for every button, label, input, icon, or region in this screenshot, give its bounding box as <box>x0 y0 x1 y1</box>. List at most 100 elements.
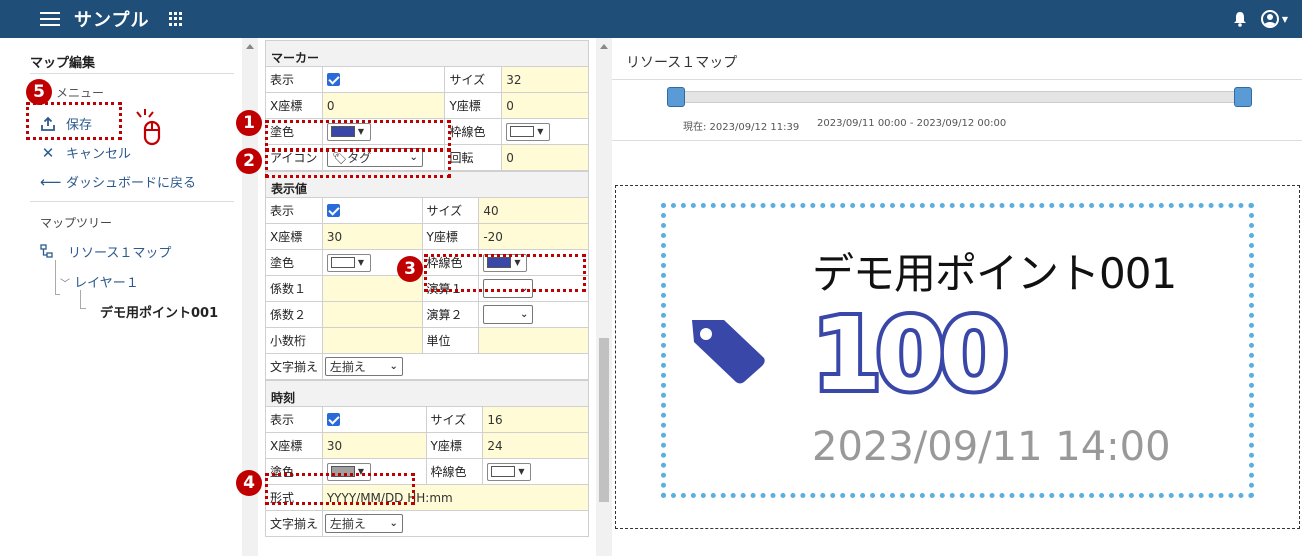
chevron-down-icon: ▼ <box>518 467 525 476</box>
prop-label: 枠線色 <box>426 459 484 485</box>
marker-x-input[interactable]: 0 <box>322 93 446 119</box>
tree-item-point[interactable]: デモ用ポイント001 <box>100 302 218 321</box>
table-row: 表示 サイズ 40 <box>265 198 589 224</box>
table-row: X座標 30 Y座標 24 <box>265 433 589 459</box>
apps-grid-icon[interactable] <box>169 12 183 26</box>
prop-label: Y座標 <box>422 224 480 250</box>
prop-label: X座標 <box>266 224 323 250</box>
back-to-dashboard-button[interactable]: ⟵ ダッシュボードに戻る <box>40 172 197 192</box>
table-row: X座標 30 Y座標 -20 <box>265 224 589 250</box>
prop-label: Y座標 <box>426 433 484 459</box>
prop-label: サイズ <box>422 198 480 224</box>
slider-start-handle[interactable] <box>667 87 685 107</box>
scroll-up-icon[interactable] <box>246 44 254 49</box>
hamburger-menu-icon[interactable] <box>40 12 60 26</box>
align-select-value: 左揃え <box>329 517 366 531</box>
scrollbar-thumb[interactable] <box>599 338 609 502</box>
back-label: ダッシュボードに戻る <box>66 176 197 191</box>
cancel-button[interactable]: ✕ キャンセル <box>40 143 132 163</box>
time-stroke-color-picker[interactable]: ▼ <box>487 462 532 481</box>
marker-value: 100 <box>808 296 1013 413</box>
tree-line <box>55 294 60 295</box>
marker-size-input[interactable]: 32 <box>502 67 589 93</box>
tree-line <box>80 290 81 308</box>
scroll-up-icon[interactable] <box>600 44 608 49</box>
annotation-badge-5: 5 <box>26 79 52 105</box>
preview-title: リソース１マップ <box>626 55 738 71</box>
arrow-left-icon: ⟵ <box>40 172 62 191</box>
cancel-label: キャンセル <box>66 147 132 162</box>
marker-show-checkbox[interactable] <box>326 73 340 86</box>
value-x-input[interactable]: 30 <box>322 224 423 250</box>
prop-label: 回転 <box>445 145 503 171</box>
value-size-input[interactable]: 40 <box>479 198 589 224</box>
marker-time: 2023/09/11 14:00 <box>812 424 1171 470</box>
value-show-checkbox[interactable] <box>326 204 340 217</box>
prop-label: 演算２ <box>422 302 480 328</box>
prop-label: サイズ <box>445 67 503 93</box>
close-icon: ✕ <box>41 143 55 162</box>
divider <box>612 79 1302 80</box>
tree-line <box>80 308 86 309</box>
annotation-box-4 <box>265 473 415 505</box>
time-x-input[interactable]: 30 <box>322 433 427 459</box>
chevron-down-icon: ⌄ <box>519 309 529 320</box>
section-time: 時刻 <box>265 380 589 407</box>
time-align-select[interactable]: 左揃え ⌄ <box>324 514 403 533</box>
table-row: 小数桁 単位 <box>265 328 589 354</box>
prop-label: X座標 <box>266 433 323 459</box>
table-row: X座標 0 Y座標 0 <box>265 93 589 119</box>
section-marker: マーカー <box>265 40 589 67</box>
menu-label: メニュー <box>56 86 105 100</box>
annotation-box-3 <box>424 254 586 292</box>
divider <box>30 73 234 74</box>
prop-label: 係数２ <box>266 302 323 328</box>
time-range-slider[interactable] <box>676 91 1244 103</box>
divider <box>30 201 234 202</box>
prop-label: X座標 <box>266 93 323 119</box>
user-avatar-icon <box>1260 10 1279 28</box>
time-size-input[interactable]: 16 <box>483 407 589 433</box>
prop-label: 単位 <box>422 328 480 354</box>
align-select-value: 左揃え <box>329 360 366 374</box>
table-row: 表示 サイズ 32 <box>265 67 589 93</box>
tree-structure-icon <box>40 244 53 258</box>
prop-label: Y座標 <box>445 93 503 119</box>
table-row: 文字揃え 左揃え ⌄ <box>265 511 589 537</box>
prop-label: 係数１ <box>266 276 323 302</box>
tree-item-layer[interactable]: ﹀ レイヤー１ <box>60 272 139 291</box>
slider-end-handle[interactable] <box>1234 87 1252 107</box>
prop-label: 文字揃え <box>266 511 323 537</box>
app-title: サンプル <box>74 10 150 31</box>
time-range-label: 2023/09/11 00:00 - 2023/09/12 00:00 <box>817 118 1007 129</box>
marker-stroke-color-picker[interactable]: ▼ <box>506 122 551 141</box>
value-decimal-input[interactable] <box>322 328 423 354</box>
value-fill-color-picker[interactable]: ▼ <box>326 253 371 272</box>
time-show-checkbox[interactable] <box>326 413 340 426</box>
color-swatch <box>330 257 355 268</box>
tree-line <box>55 260 56 294</box>
value-coef2-input[interactable] <box>322 302 423 328</box>
chevron-down-icon: ▼ <box>537 127 544 136</box>
annotation-badge-4: 4 <box>236 470 262 496</box>
value-unit-input[interactable] <box>479 328 589 354</box>
bell-icon[interactable] <box>1233 11 1247 27</box>
divider <box>612 140 1302 141</box>
marker-rotate-input[interactable]: 0 <box>502 145 589 171</box>
current-time-label: 現在: 2023/09/12 11:39 <box>683 122 800 133</box>
property-grid-scrollbar[interactable] <box>596 38 612 556</box>
table-row: 文字揃え 左揃え ⌄ <box>265 354 589 380</box>
table-row: 係数２ 演算２ ⌄ <box>265 302 589 328</box>
color-swatch <box>491 466 516 477</box>
value-y-input[interactable]: -20 <box>479 224 589 250</box>
value-op2-select[interactable]: ⌄ <box>483 305 534 324</box>
prop-label: 塗色 <box>266 250 323 276</box>
value-align-select[interactable]: 左揃え ⌄ <box>324 357 403 376</box>
chevron-down-icon: ⌄ <box>389 518 398 529</box>
prop-label: 表示 <box>266 67 323 93</box>
tree-item-map[interactable]: リソース１マップ <box>68 242 171 261</box>
annotation-box-2 <box>265 148 451 178</box>
marker-y-input[interactable]: 0 <box>502 93 589 119</box>
time-y-input[interactable]: 24 <box>483 433 589 459</box>
user-menu[interactable]: ▼ <box>1260 10 1288 28</box>
